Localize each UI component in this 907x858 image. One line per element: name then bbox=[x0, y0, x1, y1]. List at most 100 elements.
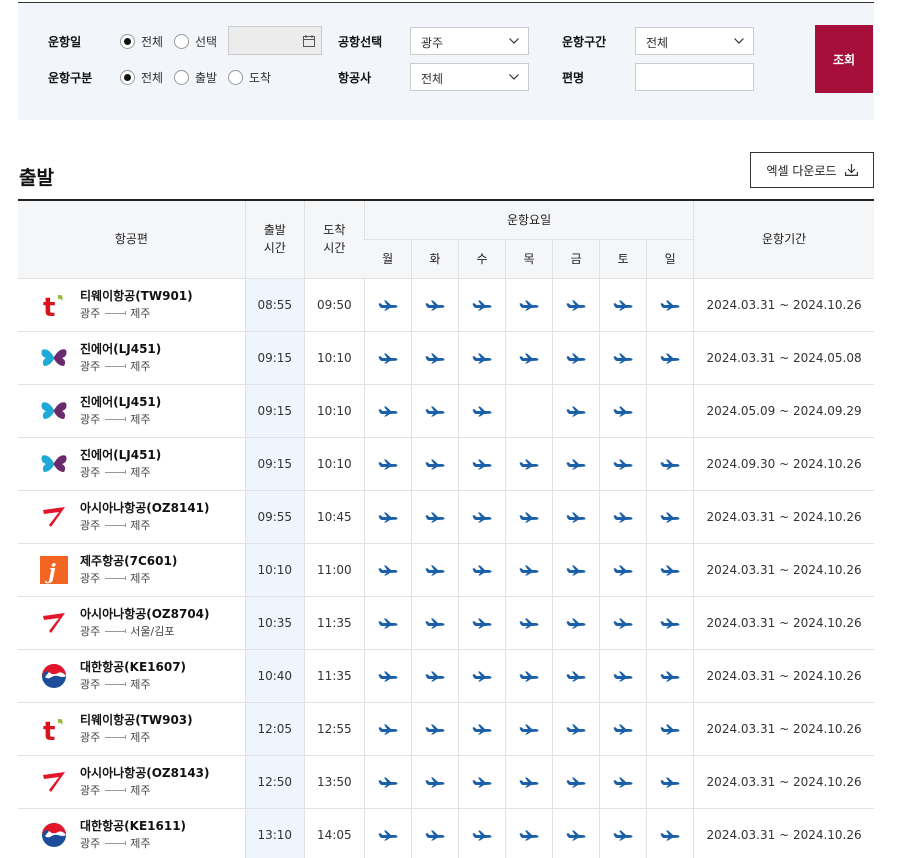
type-radio-departure[interactable]: 출발 bbox=[174, 69, 217, 86]
day-cell bbox=[363, 490, 412, 544]
flight-cell: t 티웨이항공(TW901) 광주 제주 bbox=[18, 278, 246, 332]
operation-period: 2024.03.31 ~ 2024.05.08 bbox=[693, 331, 874, 385]
day-cell bbox=[646, 384, 694, 438]
plane-icon bbox=[519, 459, 539, 469]
day-header-0: 월 bbox=[364, 239, 412, 279]
day-cell bbox=[410, 490, 459, 544]
table-row: j 제주항공(7C601) 광주 제주 10:10 11:00 2024.03.31 ~ 2… bbox=[18, 543, 874, 597]
date-radio-all[interactable]: 전체 bbox=[120, 33, 163, 50]
type-radio-all[interactable]: 전체 bbox=[120, 69, 163, 86]
flight-route: 광주 제주 bbox=[80, 465, 151, 479]
day-cell bbox=[410, 596, 459, 650]
plane-icon bbox=[425, 406, 445, 416]
route-arrow-icon bbox=[105, 734, 127, 739]
day-cell bbox=[599, 437, 647, 491]
plane-icon bbox=[519, 300, 539, 310]
plane-icon bbox=[378, 830, 398, 840]
arrival-time: 09:50 bbox=[303, 278, 365, 332]
plane-icon bbox=[566, 565, 586, 575]
plane-icon bbox=[566, 512, 586, 522]
download-icon bbox=[844, 164, 858, 176]
flight-route: 광주 서울/김포 bbox=[80, 624, 175, 638]
flight-route: 광주 제주 bbox=[80, 677, 151, 691]
date-input[interactable] bbox=[228, 26, 322, 55]
plane-icon bbox=[378, 565, 398, 575]
plane-icon bbox=[472, 300, 492, 310]
day-cell bbox=[505, 808, 553, 858]
day-header-1: 화 bbox=[410, 239, 459, 279]
plane-icon bbox=[519, 565, 539, 575]
flight-name: 제주항공(7C601) bbox=[80, 553, 178, 568]
route-arrow-icon bbox=[105, 628, 127, 633]
day-cell bbox=[410, 331, 459, 385]
date-radio-select[interactable]: 선택 bbox=[174, 33, 217, 50]
arrival-time: 10:45 bbox=[303, 490, 365, 544]
table-row: 대한항공(KE1611) 광주 제주 13:10 14:05 2024.03.31 ~ 2… bbox=[18, 808, 874, 858]
plane-icon bbox=[613, 830, 633, 840]
flightno-label: 편명 bbox=[562, 71, 585, 85]
day-cell bbox=[457, 437, 506, 491]
chevron-down-icon bbox=[509, 74, 519, 80]
flight-route: 광주 제주 bbox=[80, 412, 151, 426]
day-cell bbox=[505, 543, 553, 597]
plane-icon bbox=[378, 777, 398, 787]
plane-icon bbox=[472, 353, 492, 363]
flight-cell: 진에어(LJ451) 광주 제주 bbox=[18, 331, 246, 385]
excel-download-button[interactable]: 엑셀 다운로드 bbox=[750, 152, 874, 188]
calendar-icon[interactable] bbox=[303, 35, 315, 47]
day-header-2: 수 bbox=[457, 239, 506, 279]
day-cell bbox=[505, 596, 553, 650]
plane-icon bbox=[613, 300, 633, 310]
operation-period: 2024.03.31 ~ 2024.10.26 bbox=[693, 649, 874, 703]
flight-cell: j 제주항공(7C601) 광주 제주 bbox=[18, 543, 246, 597]
search-button[interactable]: 조회 bbox=[815, 25, 873, 93]
plane-icon bbox=[425, 512, 445, 522]
arrival-time: 13:50 bbox=[303, 755, 365, 809]
plane-icon bbox=[660, 300, 680, 310]
operation-period: 2024.03.31 ~ 2024.10.26 bbox=[693, 755, 874, 809]
flight-route: 광주 제주 bbox=[80, 571, 151, 585]
plane-icon bbox=[660, 618, 680, 628]
operation-period: 2024.09.30 ~ 2024.10.26 bbox=[693, 437, 874, 491]
plane-icon bbox=[425, 459, 445, 469]
flight-cell: t 티웨이항공(TW903) 광주 제주 bbox=[18, 702, 246, 756]
plane-icon bbox=[613, 777, 633, 787]
flight-route: 광주 제주 bbox=[80, 518, 151, 532]
flight-name: 아시아나항공(OZ8143) bbox=[80, 765, 210, 780]
route-arrow-icon bbox=[105, 787, 127, 792]
plane-icon bbox=[425, 671, 445, 681]
plane-icon bbox=[425, 300, 445, 310]
section-select[interactable]: 전체 bbox=[635, 27, 754, 55]
day-cell bbox=[599, 331, 647, 385]
airline-select[interactable]: 전체 bbox=[410, 63, 529, 91]
flightno-input[interactable] bbox=[635, 63, 754, 91]
jeju-logo-icon: j bbox=[40, 555, 68, 584]
flight-name: 진에어(LJ451) bbox=[80, 394, 162, 409]
table-row: 대한항공(KE1607) 광주 제주 10:40 11:35 2024.03.31 ~ 2… bbox=[18, 649, 874, 703]
svg-text:t: t bbox=[43, 717, 55, 742]
day-cell bbox=[363, 596, 412, 650]
day-cell bbox=[505, 384, 553, 438]
departure-time: 09:15 bbox=[244, 331, 305, 385]
plane-icon bbox=[660, 512, 680, 522]
day-cell bbox=[552, 437, 600, 491]
jinair-logo-icon bbox=[40, 397, 68, 425]
asiana-logo-icon bbox=[40, 768, 68, 796]
departure-time: 10:40 bbox=[244, 649, 305, 703]
flight-cell: 대한항공(KE1607) 광주 제주 bbox=[18, 649, 246, 703]
flight-route: 광주 제주 bbox=[80, 730, 151, 744]
type-radio-arrival[interactable]: 도착 bbox=[228, 69, 271, 86]
plane-icon bbox=[472, 512, 492, 522]
day-cell bbox=[410, 808, 459, 858]
korean-logo-icon bbox=[40, 821, 68, 849]
flight-route: 광주 제주 bbox=[80, 306, 151, 320]
departure-time: 09:15 bbox=[244, 437, 305, 491]
plane-icon bbox=[472, 724, 492, 734]
plane-icon bbox=[472, 671, 492, 681]
operation-period: 2024.05.09 ~ 2024.09.29 bbox=[693, 384, 874, 438]
day-cell bbox=[552, 543, 600, 597]
airport-select[interactable]: 광주 bbox=[410, 27, 529, 55]
day-cell bbox=[646, 808, 694, 858]
day-cell bbox=[599, 490, 647, 544]
day-cell bbox=[552, 278, 600, 332]
